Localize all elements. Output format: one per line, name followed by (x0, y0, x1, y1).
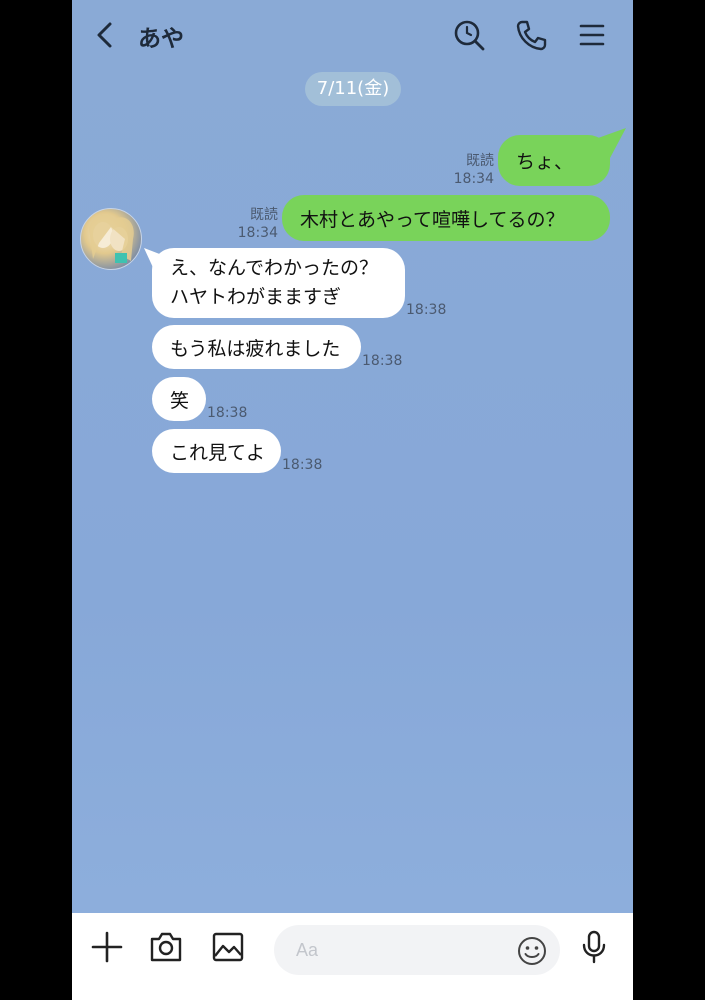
phone-icon[interactable] (514, 18, 548, 52)
received-message-bubble[interactable]: これ見てよ (152, 429, 281, 473)
contact-avatar[interactable] (80, 208, 142, 270)
camera-icon[interactable] (148, 929, 184, 965)
bubble-tail (598, 128, 626, 158)
read-label: 既読 (250, 207, 278, 223)
back-arrow-icon[interactable] (92, 20, 118, 50)
message-input-bar (72, 913, 633, 1000)
received-message-bubble[interactable]: 笑 (152, 377, 206, 421)
plus-icon[interactable] (89, 929, 125, 965)
received-message-bubble[interactable]: え、なんでわかったの？ ハヤトわがまますぎ (152, 248, 405, 318)
received-message-bubble[interactable]: もう私は疲れました (152, 325, 361, 369)
message-text: これ見てよ (170, 441, 266, 464)
message-time: 18:38 (362, 353, 403, 369)
message-text: もう私は疲れました (170, 337, 341, 360)
microphone-icon[interactable] (576, 929, 612, 965)
message-time: 18:38 (282, 457, 323, 473)
message-text-line: え、なんでわかったの？ (170, 257, 379, 279)
chat-screen: あや 7/11(金) 既読 18:34 ちょ、 既読 18:34 木村とあやって… (72, 0, 633, 1000)
read-label: 既読 (466, 153, 494, 169)
sent-message-bubble[interactable]: 木村とあやって喧嘩してるの？ (282, 195, 610, 241)
chat-header: あや (72, 0, 633, 72)
date-divider: 7/11(金) (305, 72, 401, 106)
chat-title: あや (138, 26, 184, 52)
message-time: 18:34 (237, 225, 278, 241)
emoji-icon[interactable] (516, 935, 548, 967)
image-icon[interactable] (210, 929, 246, 965)
message-time: 18:34 (453, 171, 494, 187)
message-time: 18:38 (406, 302, 447, 318)
menu-icon[interactable] (575, 18, 609, 52)
search-icon[interactable] (452, 18, 486, 52)
message-text: 笑 (170, 389, 190, 412)
message-time: 18:38 (207, 405, 248, 421)
sent-message-bubble[interactable]: ちょ、 (498, 135, 610, 186)
read-receipt: 既読 18:34 (226, 206, 278, 242)
message-text-line: ハヤトわがまますぎ (170, 286, 342, 308)
message-text: 木村とあやって喧嘩してるの？ (300, 208, 565, 231)
read-receipt: 既読 18:34 (442, 152, 494, 188)
message-text: ちょ、 (516, 151, 574, 173)
avatar-image (89, 214, 134, 263)
